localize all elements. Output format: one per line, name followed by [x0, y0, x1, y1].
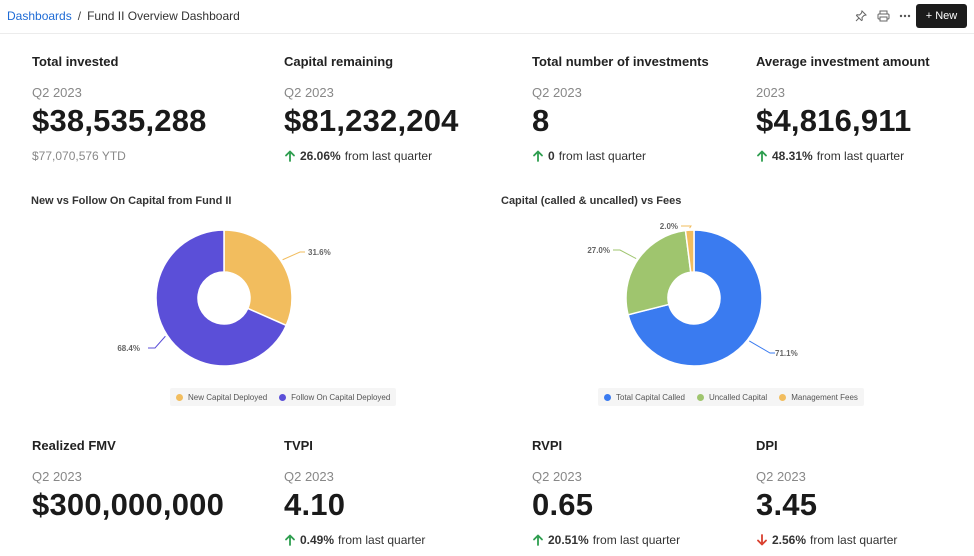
data-label: 71.1% [775, 349, 798, 358]
kpi-value: $81,232,204 [284, 103, 459, 138]
kpi-value: 8 [532, 103, 550, 138]
leader-line [613, 249, 637, 260]
kpi-value: $300,000,000 [32, 487, 225, 522]
kpi-change: 20.51% from last quarter [532, 533, 680, 547]
chart-capital-vs-fees: Capital (called & uncalled) vs Fees [501, 195, 681, 207]
more-options-icon[interactable] [898, 8, 912, 24]
kpi-period: Q2 2023 [32, 469, 82, 484]
breadcrumb: Dashboards / Fund II Overview Dashboard [7, 9, 240, 23]
breadcrumb-separator: / [77, 9, 82, 23]
kpi-period: Q2 2023 [756, 469, 806, 484]
legend-new-vs-follow-on: New Capital Deployed Follow On Capital D… [170, 388, 397, 406]
data-label: 68.4% [117, 344, 140, 353]
legend-label: New Capital Deployed [188, 392, 268, 402]
kpi-title: Average investment amount [756, 54, 930, 69]
kpi-change-suffix: from last quarter [344, 149, 433, 163]
legend-label: Management Fees [791, 392, 858, 402]
kpi-change: 2.56% from last quarter [756, 533, 897, 547]
chart-title: Capital (called & uncalled) vs Fees [501, 195, 682, 207]
kpi-period: Q2 2023 [284, 85, 334, 100]
kpi-value: 0.65 [532, 487, 594, 522]
kpi-change: 0.49% from last quarter [284, 533, 425, 547]
kpi-total-invested: Total invested Q2 2023 $38,535,288 $77,0… [32, 54, 207, 163]
kpi-title: Total invested [32, 54, 119, 69]
kpi-dpi: DPI Q2 2023 3.45 2.56% from last quarter [756, 438, 897, 547]
kpi-value: 4.10 [284, 487, 346, 522]
kpi-realized-fmv: Realized FMV Q2 2023 $300,000,000 [32, 438, 224, 523]
kpi-change-suffix: from last quarter [338, 533, 426, 547]
kpi-title: Total number of investments [532, 54, 709, 69]
print-icon[interactable] [876, 8, 890, 24]
top-bar: Dashboards / Fund II Overview Dashboard … [0, 0, 974, 34]
arrow-up-icon [756, 150, 768, 162]
leader-line [282, 251, 305, 261]
kpi-ytd: $77,070,576 YTD [32, 149, 126, 163]
kpi-title: DPI [756, 438, 778, 453]
kpi-change-suffix: from last quarter [592, 533, 681, 547]
pin-icon[interactable] [854, 8, 868, 24]
legend-item-management-fees[interactable]: Management Fees [779, 393, 858, 402]
kpi-period: 2023 [756, 85, 785, 100]
legend-item-total-capital-called[interactable]: Total Capital Called [604, 393, 685, 402]
kpi-change: 0 from last quarter [532, 149, 709, 163]
kpi-change-suffix: from last quarter [810, 533, 898, 547]
kpi-change-value: 0.49% [300, 533, 335, 547]
kpi-period: Q2 2023 [532, 85, 582, 100]
legend-label: Follow On Capital Deployed [291, 392, 391, 402]
kpi-total-number-investments: Total number of investments Q2 2023 8 0 … [532, 54, 709, 163]
kpi-period: Q2 2023 [32, 85, 82, 100]
kpi-period: Q2 2023 [284, 469, 334, 484]
kpi-period: Q2 2023 [532, 469, 582, 484]
data-label: 27.0% [587, 246, 610, 255]
legend-item-new-capital[interactable]: New Capital Deployed [176, 393, 267, 402]
kpi-change-value: 26.06% [300, 149, 341, 163]
kpi-value: 3.45 [756, 487, 818, 522]
data-label: 31.6% [308, 248, 331, 257]
leader-line [681, 225, 692, 229]
legend-item-uncalled-capital[interactable]: Uncalled Capital [696, 392, 768, 402]
kpi-change-value: 2.56% [772, 533, 807, 547]
kpi-change-value: 20.51% [548, 533, 589, 547]
kpi-value: $38,535,288 [32, 103, 207, 138]
kpi-change: 48.31% from last quarter [756, 149, 930, 163]
pie-chart-new-vs-follow-on: 31.6% 68.4% [117, 229, 331, 367]
legend-label: Total Capital Called [616, 392, 685, 402]
arrow-down-icon [756, 534, 768, 546]
new-button[interactable]: + New [916, 4, 967, 28]
kpi-change-value: 0 [548, 149, 555, 163]
kpi-change-suffix: from last quarter [558, 149, 647, 163]
kpi-average-investment: Average investment amount 2023 $4,816,91… [756, 54, 930, 163]
page-title: Fund II Overview Dashboard [87, 9, 240, 23]
chart-new-vs-follow-on: New vs Follow On Capital from Fund II [31, 195, 231, 207]
legend-capital-vs-fees: Total Capital Called Uncalled Capital Ma… [598, 388, 864, 406]
kpi-rvpi: RVPI Q2 2023 0.65 20.51% from last quart… [532, 438, 680, 547]
kpi-title: Realized FMV [32, 438, 116, 453]
data-label: 2.0% [660, 222, 678, 231]
chart-title: New vs Follow On Capital from Fund II [31, 195, 232, 207]
kpi-title: RVPI [532, 438, 563, 453]
kpi-change-value: 48.31% [772, 149, 813, 163]
kpi-title: TVPI [284, 438, 313, 453]
leader-line [148, 335, 166, 349]
arrow-up-icon [284, 534, 296, 546]
arrow-up-icon [532, 534, 544, 546]
kpi-title: Capital remaining [284, 54, 394, 69]
legend-label: Uncalled Capital [708, 392, 768, 402]
kpi-value: $4,816,911 [756, 103, 912, 138]
legend-item-follow-on-capital[interactable]: Follow On Capital Deployed [279, 393, 390, 402]
kpi-change-suffix: from last quarter [816, 149, 905, 163]
breadcrumb-dashboards-link[interactable]: Dashboards [7, 9, 72, 23]
leader-line [749, 340, 775, 354]
pie-slice-new-capital-deployed[interactable] [223, 229, 293, 327]
kpi-capital-remaining: Capital remaining Q2 2023 $81,232,204 26… [284, 54, 459, 163]
pie-slice-uncalled-capital[interactable] [625, 229, 692, 316]
pie-chart-capital-vs-fees: 71.1% 27.0% 2.0% [587, 222, 798, 367]
arrow-up-icon [532, 150, 544, 162]
kpi-tvpi: TVPI Q2 2023 4.10 0.49% from last quarte… [284, 438, 425, 547]
arrow-up-icon [284, 150, 296, 162]
kpi-change: 26.06% from last quarter [284, 149, 459, 163]
